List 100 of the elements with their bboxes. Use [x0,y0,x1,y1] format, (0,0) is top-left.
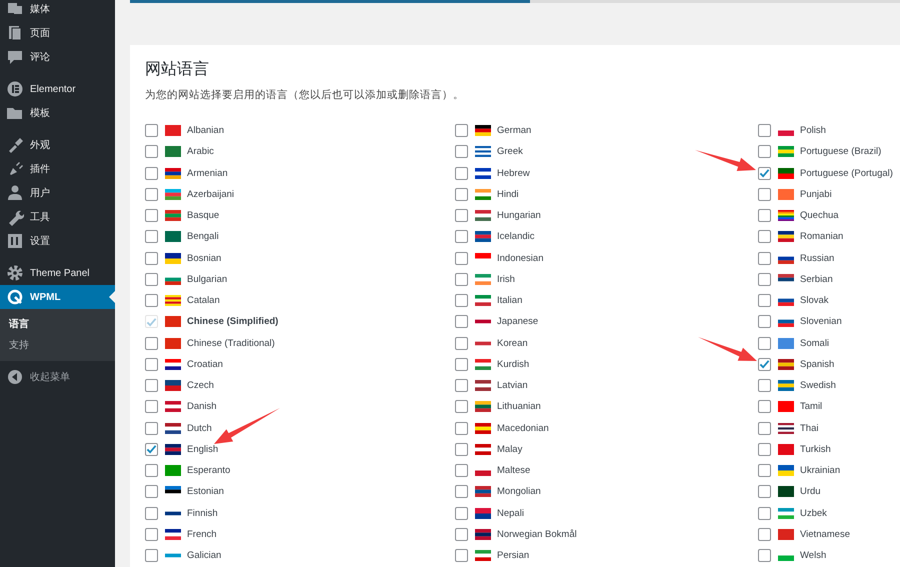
language-label: Swedish [800,380,836,392]
checkbox[interactable] [455,358,468,371]
menu-item[interactable]: 页面 [0,21,115,45]
checkbox[interactable] [145,422,158,435]
language-label: Czech [187,380,214,392]
checkbox[interactable] [145,528,158,541]
menu-item[interactable]: 外观 [0,133,115,157]
checkbox[interactable] [455,336,468,350]
menu-item[interactable]: 设置 [0,229,115,253]
checkbox[interactable] [758,549,771,562]
checkbox[interactable] [145,336,158,350]
checkbox[interactable] [455,124,468,138]
language-label: Basque [187,210,220,222]
checkbox[interactable] [455,528,468,541]
checkbox[interactable] [145,166,158,180]
checkbox[interactable] [455,422,468,435]
checkbox[interactable] [758,358,771,371]
checkbox[interactable] [758,485,771,498]
checkbox[interactable] [455,252,468,265]
menu-item[interactable]: 插件 [0,157,115,181]
checkbox[interactable] [455,549,468,562]
menu-item[interactable]: 评论 [0,45,115,69]
menu-item[interactable]: WPML [0,285,115,309]
language-label: Bosnian [187,252,222,264]
checkbox[interactable] [455,188,468,201]
submenu-item[interactable]: 支持 [0,335,115,356]
checkbox[interactable] [758,336,771,350]
checkbox[interactable] [145,464,158,478]
checkbox[interactable] [758,230,771,244]
language-label: Dutch [187,422,212,434]
checkbox[interactable] [455,400,468,414]
checkbox[interactable] [758,506,771,520]
checkbox[interactable] [455,230,468,244]
checkbox[interactable] [145,506,158,520]
checkbox[interactable] [455,166,468,180]
language-label: Albanian [187,125,224,136]
checkbox[interactable] [145,124,158,138]
collapse-menu-button[interactable]: 收起菜单 [0,361,115,389]
language-label: Turkish [800,444,831,455]
checkbox[interactable] [758,379,771,392]
language-label: Catalan [187,295,220,306]
checkbox[interactable] [455,145,468,158]
checkbox[interactable] [758,252,771,265]
checkbox[interactable] [145,400,158,414]
checkbox[interactable] [455,379,468,392]
flag-icon [475,508,491,519]
checkbox[interactable] [758,294,771,308]
checkbox[interactable] [455,485,468,498]
language-label: Russian [800,252,834,264]
menu-item[interactable]: Theme Panel [0,261,115,285]
checkbox[interactable] [145,188,158,201]
collapse-icon [6,368,24,386]
checkbox[interactable] [455,506,468,520]
flag-icon [165,444,181,455]
checkbox[interactable] [758,124,771,138]
checkbox[interactable] [145,252,158,265]
checkbox[interactable] [145,379,158,392]
checkbox[interactable] [758,464,771,478]
checkbox[interactable] [758,272,771,286]
checkbox[interactable] [455,464,468,478]
checkbox[interactable] [145,442,158,456]
checkbox[interactable] [455,294,468,308]
flag-icon [475,422,491,434]
flag-icon [165,168,181,179]
language-label: Greek [497,146,523,158]
checkbox[interactable] [758,315,771,328]
submenu-item[interactable]: 语言 [0,314,115,335]
checkbox[interactable] [758,442,771,456]
flag-icon [475,401,491,412]
checkbox[interactable] [145,485,158,498]
speech-bubble-icon [6,48,24,66]
checkbox[interactable] [145,549,158,562]
checkbox[interactable] [455,272,468,286]
checkbox[interactable] [145,209,158,222]
checkbox[interactable] [455,209,468,222]
checkbox[interactable] [758,422,771,435]
menu-item[interactable]: 用户 [0,181,115,205]
menu-item[interactable]: 媒体 [0,0,115,21]
menu-item[interactable]: 模板 [0,101,115,125]
checkbox[interactable] [455,315,468,328]
checkbox[interactable] [758,209,771,222]
language-label: English [187,444,218,455]
menu-item[interactable]: Elementor [0,77,115,101]
checkbox[interactable] [145,358,158,371]
checkbox[interactable] [758,400,771,414]
checkbox[interactable] [145,294,158,308]
flag-icon [778,422,794,434]
checkbox[interactable] [758,528,771,541]
checkbox[interactable] [758,166,771,180]
checkbox[interactable] [145,272,158,286]
checkbox[interactable] [758,188,771,201]
checkbox[interactable] [455,442,468,456]
checkbox[interactable] [145,230,158,244]
language-label: Serbian [800,274,833,285]
language-label: Portuguese (Portugal) [800,168,893,179]
language-label: Croatian [187,358,223,370]
checkbox[interactable] [758,145,771,158]
checkbox[interactable] [145,145,158,158]
flag-icon [475,274,491,285]
menu-item[interactable]: 工具 [0,205,115,229]
